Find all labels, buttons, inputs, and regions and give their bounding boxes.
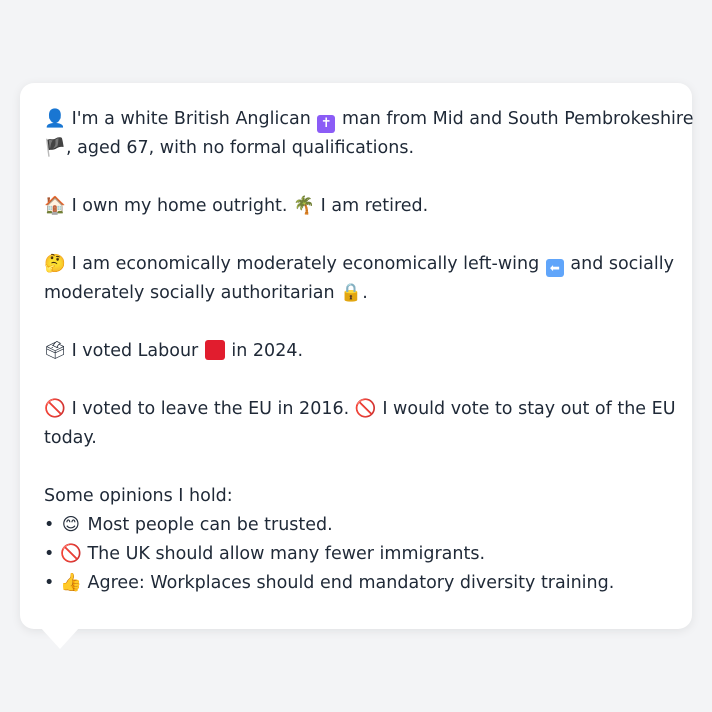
vote-paragraph: 🗳 I voted Labour in 2024. — [44, 337, 668, 366]
house-icon: 🏠 — [44, 196, 66, 216]
prohibited-icon: 🚫 — [44, 399, 66, 419]
person-icon: 👤 — [44, 109, 66, 129]
bullet-mark: • — [44, 544, 55, 564]
retired-text: I am retired. — [320, 196, 429, 216]
home-paragraph: 🏠 I own my home outright. 🌴 I am retired… — [44, 192, 668, 221]
eu-text-b: I would vote to stay out of the EU — [382, 399, 676, 419]
left-arrow-icon: ⬅ — [545, 259, 564, 277]
identity-text-c: , aged 67, with no formal qualifications… — [66, 138, 415, 158]
home-line: 🏠 I own my home outright. 🌴 I am retired… — [44, 192, 668, 221]
ideology-text-c: moderately socially authoritarian — [44, 283, 335, 303]
identity-line-2: 🏴, aged 67, with no formal qualification… — [44, 134, 668, 163]
identity-paragraph: 👤 I'm a white British Anglican ✝ man fro… — [44, 105, 694, 163]
cross-icon: ✝ — [317, 115, 336, 133]
ballot-box-icon: 🗳 — [44, 341, 67, 361]
ideology-text-d: . — [362, 283, 368, 303]
palm-tree-icon: 🌴 — [293, 196, 315, 216]
vote-line: 🗳 I voted Labour in 2024. — [44, 337, 668, 366]
identity-line-1: 👤 I'm a white British Anglican ✝ man fro… — [44, 105, 694, 134]
vote-text-a: I voted Labour — [71, 341, 199, 361]
list-item: • 😊 Most people can be trusted. — [44, 511, 668, 540]
opinion-text: Agree: Workplaces should end mandatory d… — [87, 573, 615, 593]
list-item: • 👍 Agree: Workplaces should end mandato… — [44, 569, 668, 598]
eu-text-a: I voted to leave the EU in 2016. — [71, 399, 350, 419]
thinking-face-icon: 🤔 — [44, 254, 66, 274]
identity-text-b: man from Mid and South Pembrokeshire — [341, 109, 694, 129]
opinion-text: Most people can be trusted. — [87, 515, 333, 535]
bullet-mark: • — [44, 573, 55, 593]
opinions-paragraph: Some opinions I hold: • 😊 Most people ca… — [44, 482, 668, 598]
vote-text-b: in 2024. — [231, 341, 304, 361]
smiling-face-icon: 😊 — [61, 515, 81, 535]
identity-text-a: I'm a white British Anglican — [71, 109, 311, 129]
list-item: • 🚫 The UK should allow many fewer immig… — [44, 540, 668, 569]
prohibited-icon: 🚫 — [354, 399, 377, 419]
thumbs-up-icon: 👍 — [60, 573, 82, 593]
eu-paragraph: 🚫 I voted to leave the EU in 2016. 🚫 I w… — [44, 395, 676, 453]
ideology-text-a: I am economically moderately economicall… — [71, 254, 540, 274]
eu-line-1: 🚫 I voted to leave the EU in 2016. 🚫 I w… — [44, 395, 675, 424]
ideology-line-2: moderately socially authoritarian 🔒. — [44, 279, 668, 308]
ideology-text-b: and socially — [570, 254, 674, 274]
ideology-line-1: 🤔 I am economically moderately economica… — [44, 250, 674, 279]
eu-text-c: today. — [44, 428, 97, 448]
opinions-heading: Some opinions I hold: — [44, 486, 233, 506]
home-text: I own my home outright. — [71, 196, 288, 216]
eu-line-2: today. — [44, 424, 668, 453]
lock-icon: 🔒 — [340, 283, 363, 303]
wales-flag-icon: 🏴 — [44, 138, 66, 158]
bubble-tail — [40, 627, 80, 649]
prohibited-icon: 🚫 — [60, 544, 82, 564]
ideology-paragraph: 🤔 I am economically moderately economica… — [44, 250, 674, 308]
red-square-icon — [204, 340, 225, 360]
message-bubble: 👤 I'm a white British Anglican ✝ man fro… — [20, 83, 694, 629]
opinion-text: The UK should allow many fewer immigrant… — [87, 544, 486, 564]
bullet-mark: • — [44, 515, 55, 535]
